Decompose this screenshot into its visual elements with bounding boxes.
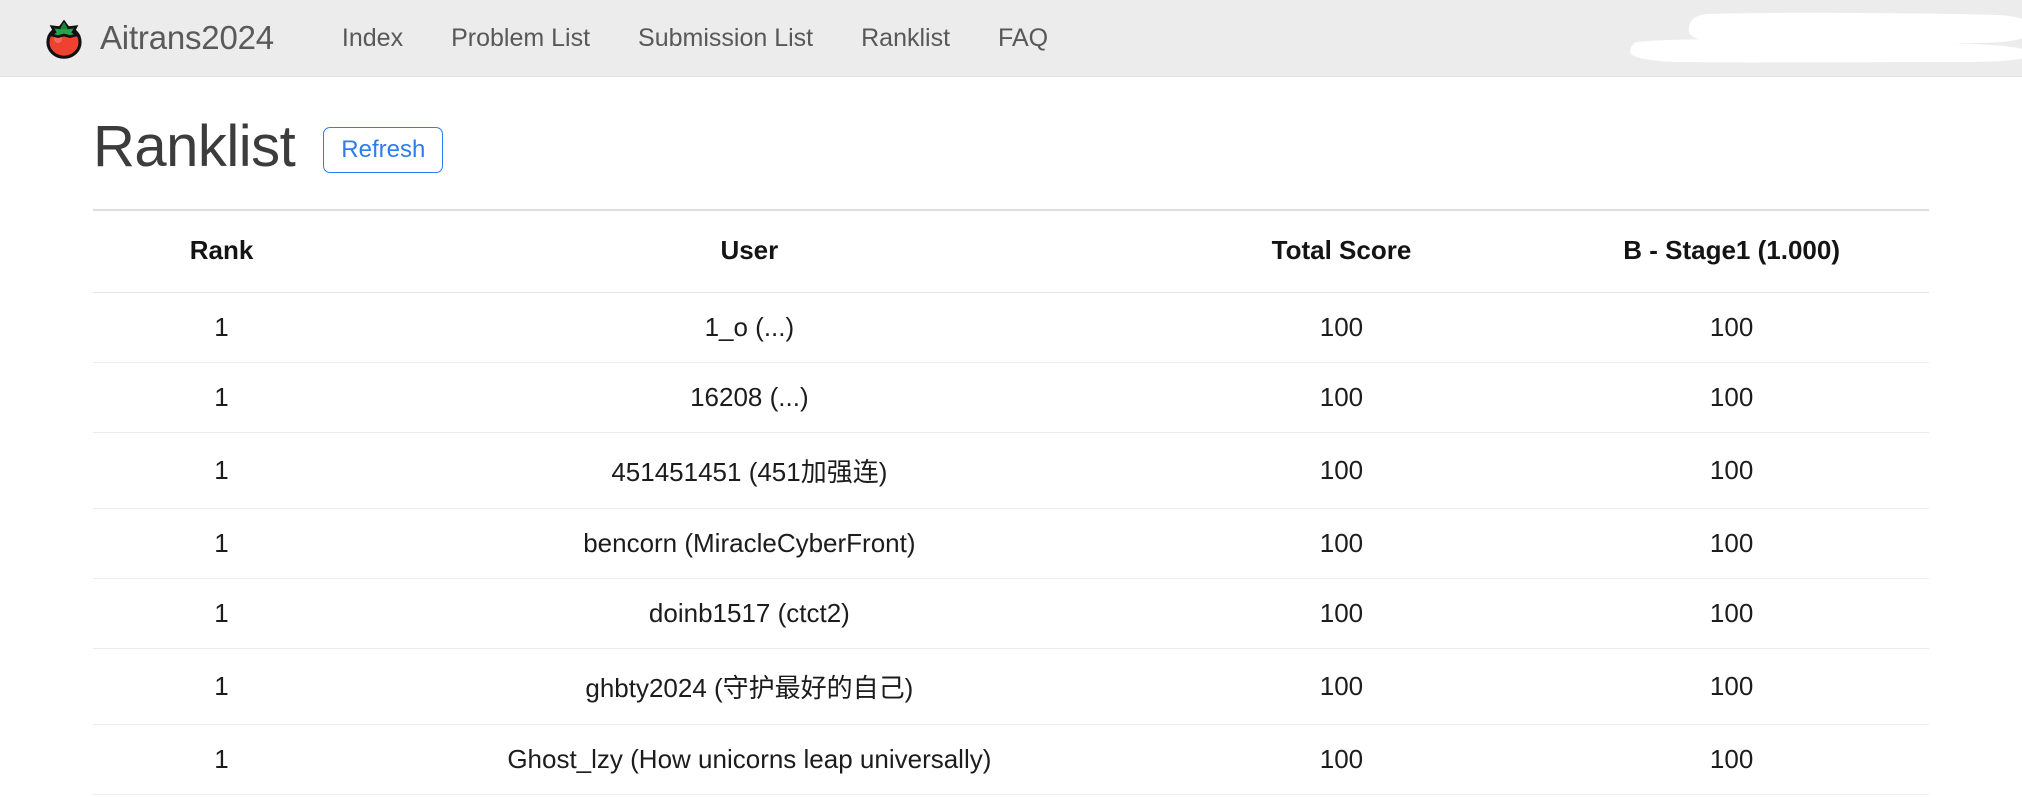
cell-user[interactable]: 1_o (...) (350, 292, 1149, 363)
page-content: Ranklist Refresh Rank User Total Score B… (0, 77, 2022, 795)
cell-user[interactable]: 451451451 (451加强连) (350, 432, 1149, 509)
cell-problem-score[interactable]: 100 (1534, 724, 1929, 795)
cell-total-score: 100 (1148, 432, 1535, 509)
page-header: Ranklist Refresh (93, 77, 1929, 209)
redaction-brush-stroke (1629, 12, 2022, 63)
cell-user[interactable]: doinb1517 (ctct2) (350, 578, 1149, 649)
cell-problem-score[interactable]: 100 (1534, 648, 1929, 725)
cell-total-score: 100 (1148, 648, 1535, 725)
nav-link-problem-list[interactable]: Problem List (427, 18, 614, 59)
table-row[interactable]: 1 Ghost_lzy (How unicorns leap universal… (93, 724, 1929, 795)
nav-link-index[interactable]: Index (318, 18, 427, 59)
column-header-rank[interactable]: Rank (93, 208, 351, 293)
cell-total-score: 100 (1148, 508, 1535, 579)
nav-link-ranklist[interactable]: Ranklist (837, 18, 974, 59)
cell-user[interactable]: Ghost_lzy (How unicorns leap universally… (350, 724, 1149, 795)
column-header-total-score[interactable]: Total Score (1148, 208, 1535, 293)
nav-link-faq[interactable]: FAQ (974, 18, 1072, 59)
nav-links: Index Problem List Submission List Rankl… (318, 18, 1072, 59)
nav-item-index: Index (318, 18, 427, 59)
cell-total-score: 100 (1148, 292, 1535, 363)
cell-rank: 1 (93, 362, 351, 433)
table-row[interactable]: 1 ghbty2024 (守护最好的自己) 100 100 (93, 648, 1929, 725)
cell-user[interactable]: bencorn (MiracleCyberFront) (350, 508, 1149, 579)
cell-user[interactable]: 16208 (...) (350, 362, 1149, 433)
cell-total-score: 100 (1148, 724, 1535, 795)
cell-rank: 1 (93, 508, 351, 579)
table-body: 1 1_o (...) 100 100 1 16208 (...) 100 10… (93, 292, 1929, 795)
brand-home-link[interactable]: Aitrans2024 (42, 16, 274, 60)
nav-item-faq: FAQ (974, 18, 1072, 59)
cell-problem-score[interactable]: 100 (1534, 508, 1929, 579)
cell-rank: 1 (93, 724, 351, 795)
cell-rank: 1 (93, 578, 351, 649)
table-row[interactable]: 1 doinb1517 (ctct2) 100 100 (93, 578, 1929, 649)
cell-problem-score[interactable]: 100 (1534, 362, 1929, 433)
top-navbar: Aitrans2024 Index Problem List Submissio… (0, 0, 2022, 77)
ranklist-table: Rank User Total Score B - Stage1 (1.000)… (93, 208, 1929, 795)
refresh-button[interactable]: Refresh (323, 126, 444, 174)
brand-name: Aitrans2024 (100, 19, 274, 56)
cell-user[interactable]: ghbty2024 (守护最好的自己) (350, 648, 1149, 725)
table-row[interactable]: 1 bencorn (MiracleCyberFront) 100 100 (93, 508, 1929, 579)
cell-total-score: 100 (1148, 362, 1535, 433)
nav-link-submission-list[interactable]: Submission List (614, 18, 837, 59)
table-header: Rank User Total Score B - Stage1 (1.000) (93, 208, 1929, 293)
cell-total-score: 100 (1148, 578, 1535, 649)
nav-item-problem-list: Problem List (427, 18, 614, 59)
page-title: Ranklist (93, 114, 296, 179)
cell-rank: 1 (93, 648, 351, 725)
table-header-row: Rank User Total Score B - Stage1 (1.000) (93, 208, 1929, 293)
nav-item-ranklist: Ranklist (837, 18, 974, 59)
tomato-icon (46, 19, 82, 59)
column-header-user[interactable]: User (350, 208, 1149, 293)
table-row[interactable]: 1 451451451 (451加强连) 100 100 (93, 432, 1929, 509)
column-header-problem-b-stage1[interactable]: B - Stage1 (1.000) (1534, 208, 1929, 293)
cell-problem-score[interactable]: 100 (1534, 578, 1929, 649)
cell-rank: 1 (93, 292, 351, 363)
nav-item-submission-list: Submission List (614, 18, 837, 59)
cell-rank: 1 (93, 432, 351, 509)
table-row[interactable]: 1 1_o (...) 100 100 (93, 292, 1929, 363)
table-row[interactable]: 1 16208 (...) 100 100 (93, 362, 1929, 433)
cell-problem-score[interactable]: 100 (1534, 432, 1929, 509)
cell-problem-score[interactable]: 100 (1534, 292, 1929, 363)
